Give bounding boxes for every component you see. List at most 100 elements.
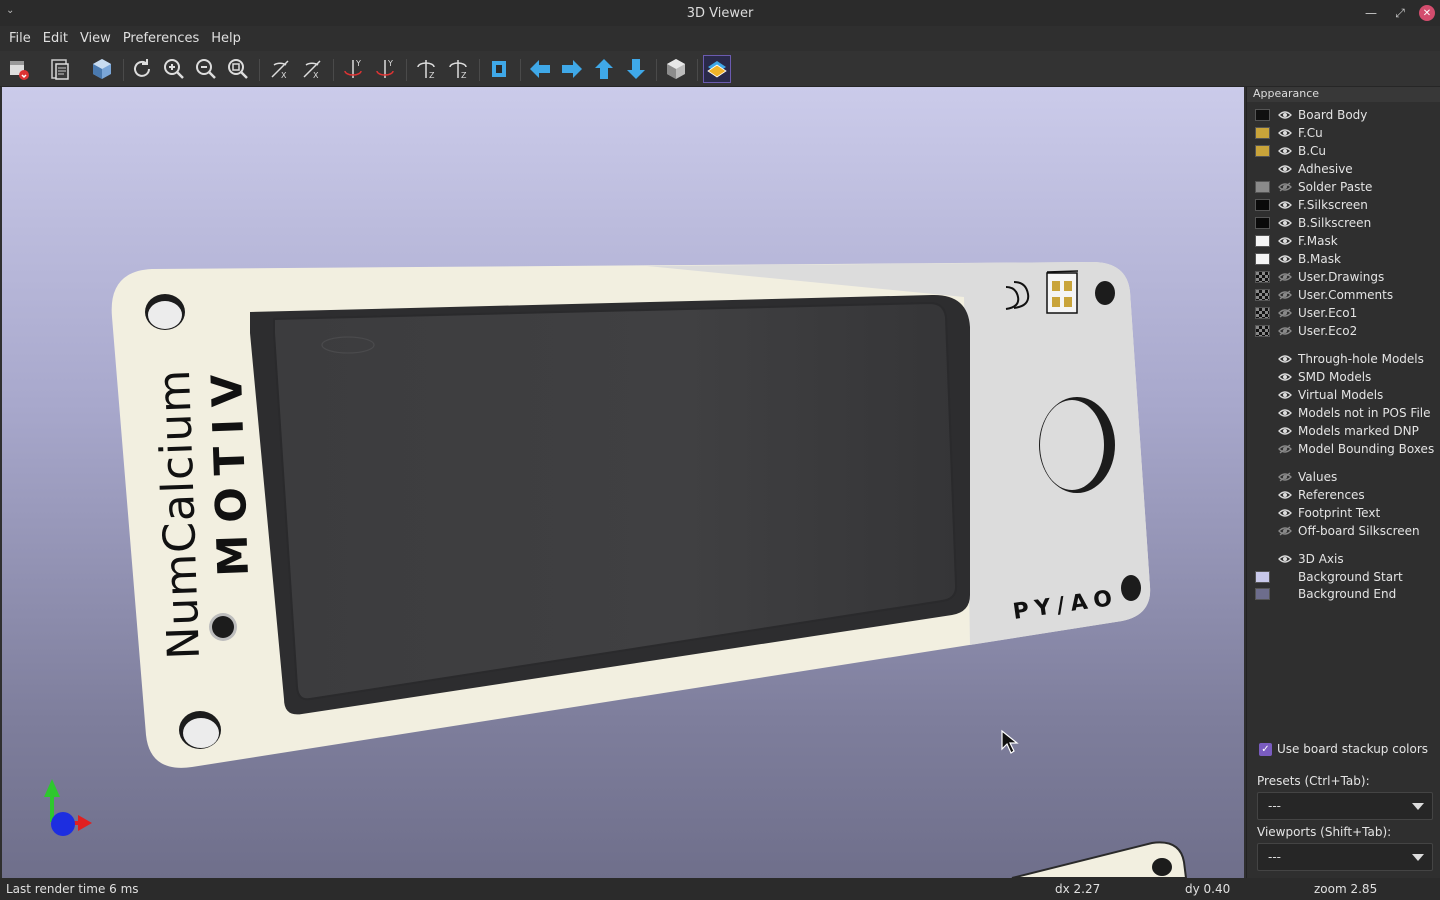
- layer-color-swatch[interactable]: [1255, 389, 1270, 401]
- layer-row[interactable]: F.Silkscreen: [1255, 196, 1368, 214]
- layer-color-swatch[interactable]: [1255, 109, 1270, 121]
- layer-row[interactable]: Models marked DNP: [1255, 422, 1419, 440]
- layer-row[interactable]: Solder Paste: [1255, 178, 1372, 196]
- eye-hidden-icon[interactable]: [1278, 272, 1292, 282]
- eye-icon[interactable]: [1278, 110, 1292, 120]
- layer-color-swatch[interactable]: [1255, 325, 1270, 337]
- layer-color-swatch[interactable]: [1255, 525, 1270, 537]
- layer-row[interactable]: F.Cu: [1255, 124, 1323, 142]
- eye-icon[interactable]: [1278, 426, 1292, 436]
- layer-row[interactable]: B.Silkscreen: [1255, 214, 1371, 232]
- layer-row[interactable]: User.Eco2: [1255, 322, 1357, 340]
- eye-icon[interactable]: [1278, 128, 1292, 138]
- eye-icon[interactable]: [1278, 554, 1292, 564]
- raytracing-button[interactable]: [88, 55, 116, 83]
- layer-row[interactable]: Background Start: [1255, 568, 1403, 586]
- move-up-button[interactable]: [590, 55, 618, 83]
- copy-clipboard-button[interactable]: [46, 55, 74, 83]
- eye-icon[interactable]: [1278, 408, 1292, 418]
- zoom-out-button[interactable]: [192, 55, 220, 83]
- layer-color-swatch[interactable]: [1255, 425, 1270, 437]
- rotate-y-cw-button[interactable]: Y: [339, 55, 367, 83]
- orthographic-button[interactable]: [662, 55, 690, 83]
- eye-hidden-icon[interactable]: [1278, 308, 1292, 318]
- layer-row[interactable]: Off-board Silkscreen: [1255, 522, 1420, 540]
- layers-manager-button[interactable]: [703, 55, 731, 83]
- eye-hidden-icon[interactable]: [1278, 526, 1292, 536]
- layer-row[interactable]: Models not in POS File: [1255, 404, 1431, 422]
- window-menu-icon[interactable]: ⌄: [6, 5, 20, 19]
- checkbox-checked-icon[interactable]: ✓: [1259, 742, 1272, 756]
- layer-row[interactable]: B.Mask: [1255, 250, 1341, 268]
- menu-help[interactable]: Help: [206, 31, 246, 46]
- layer-row[interactable]: Values: [1255, 468, 1337, 486]
- layer-row[interactable]: Adhesive: [1255, 160, 1353, 178]
- layer-color-swatch[interactable]: [1255, 489, 1270, 501]
- eye-icon[interactable]: [1278, 490, 1292, 500]
- eye-hidden-icon[interactable]: [1278, 290, 1292, 300]
- rotate-x-cw-button[interactable]: X: [266, 55, 294, 83]
- layer-color-swatch[interactable]: [1255, 507, 1270, 519]
- layer-row[interactable]: Model Bounding Boxes: [1255, 440, 1434, 458]
- eye-icon[interactable]: [1278, 218, 1292, 228]
- layer-row[interactable]: 3D Axis: [1255, 550, 1344, 568]
- eye-icon[interactable]: [1278, 354, 1292, 364]
- eye-hidden-icon[interactable]: [1278, 182, 1292, 192]
- eye-icon[interactable]: [1278, 254, 1292, 264]
- layer-row[interactable]: Background End: [1255, 585, 1396, 603]
- layer-row[interactable]: Footprint Text: [1255, 504, 1380, 522]
- viewports-select[interactable]: ---: [1257, 843, 1433, 871]
- layer-color-swatch[interactable]: [1255, 471, 1270, 483]
- zoom-in-button[interactable]: [160, 55, 188, 83]
- menu-edit[interactable]: Edit: [38, 31, 73, 46]
- 3d-viewport[interactable]: NumCalcium MOTIV PY/AO: [2, 87, 1244, 878]
- rotate-z-cw-button[interactable]: Z: [412, 55, 440, 83]
- layer-row[interactable]: B.Cu: [1255, 142, 1326, 160]
- layer-row[interactable]: User.Comments: [1255, 286, 1393, 304]
- layer-row[interactable]: Virtual Models: [1255, 386, 1383, 404]
- flip-board-button[interactable]: [485, 55, 513, 83]
- layer-color-swatch[interactable]: [1255, 588, 1270, 600]
- eye-hidden-icon[interactable]: [1278, 472, 1292, 482]
- eye-hidden-icon[interactable]: [1278, 444, 1292, 454]
- layer-color-swatch[interactable]: [1255, 443, 1270, 455]
- layer-color-swatch[interactable]: [1255, 163, 1270, 175]
- layer-row[interactable]: User.Drawings: [1255, 268, 1384, 286]
- layer-color-swatch[interactable]: [1255, 371, 1270, 383]
- layer-color-swatch[interactable]: [1255, 235, 1270, 247]
- move-down-button[interactable]: [622, 55, 650, 83]
- zoom-fit-button[interactable]: [224, 55, 252, 83]
- layer-color-swatch[interactable]: [1255, 553, 1270, 565]
- rotate-y-ccw-button[interactable]: Y: [371, 55, 399, 83]
- layer-color-swatch[interactable]: [1255, 570, 1270, 583]
- layer-row[interactable]: SMD Models: [1255, 368, 1371, 386]
- rotate-z-ccw-button[interactable]: Z: [444, 55, 472, 83]
- menu-file[interactable]: File: [4, 31, 36, 46]
- eye-icon[interactable]: [1278, 146, 1292, 156]
- layer-color-swatch[interactable]: [1255, 307, 1270, 319]
- layer-row[interactable]: References: [1255, 486, 1365, 504]
- eye-icon[interactable]: [1278, 164, 1292, 174]
- layer-color-swatch[interactable]: [1255, 181, 1270, 193]
- layer-row[interactable]: F.Mask: [1255, 232, 1338, 250]
- eye-hidden-icon[interactable]: [1278, 326, 1292, 336]
- layer-color-swatch[interactable]: [1255, 407, 1270, 419]
- eye-icon[interactable]: [1278, 508, 1292, 518]
- render-options-button[interactable]: [4, 55, 32, 83]
- layer-color-swatch[interactable]: [1255, 127, 1270, 139]
- presets-select[interactable]: ---: [1257, 792, 1433, 820]
- rotate-x-ccw-button[interactable]: X: [298, 55, 326, 83]
- reload-button[interactable]: [128, 55, 156, 83]
- layer-color-swatch[interactable]: [1255, 353, 1270, 365]
- layer-color-swatch[interactable]: [1255, 145, 1270, 157]
- layer-color-swatch[interactable]: [1255, 271, 1270, 283]
- use-stackup-colors-checkbox[interactable]: ✓ Use board stackup colors: [1259, 742, 1428, 756]
- eye-icon[interactable]: [1278, 390, 1292, 400]
- menu-view[interactable]: View: [75, 31, 116, 46]
- move-left-button[interactable]: [526, 55, 554, 83]
- layer-color-swatch[interactable]: [1255, 289, 1270, 301]
- layer-color-swatch[interactable]: [1255, 199, 1270, 211]
- move-right-button[interactable]: [558, 55, 586, 83]
- layer-row[interactable]: User.Eco1: [1255, 304, 1357, 322]
- eye-icon[interactable]: [1278, 200, 1292, 210]
